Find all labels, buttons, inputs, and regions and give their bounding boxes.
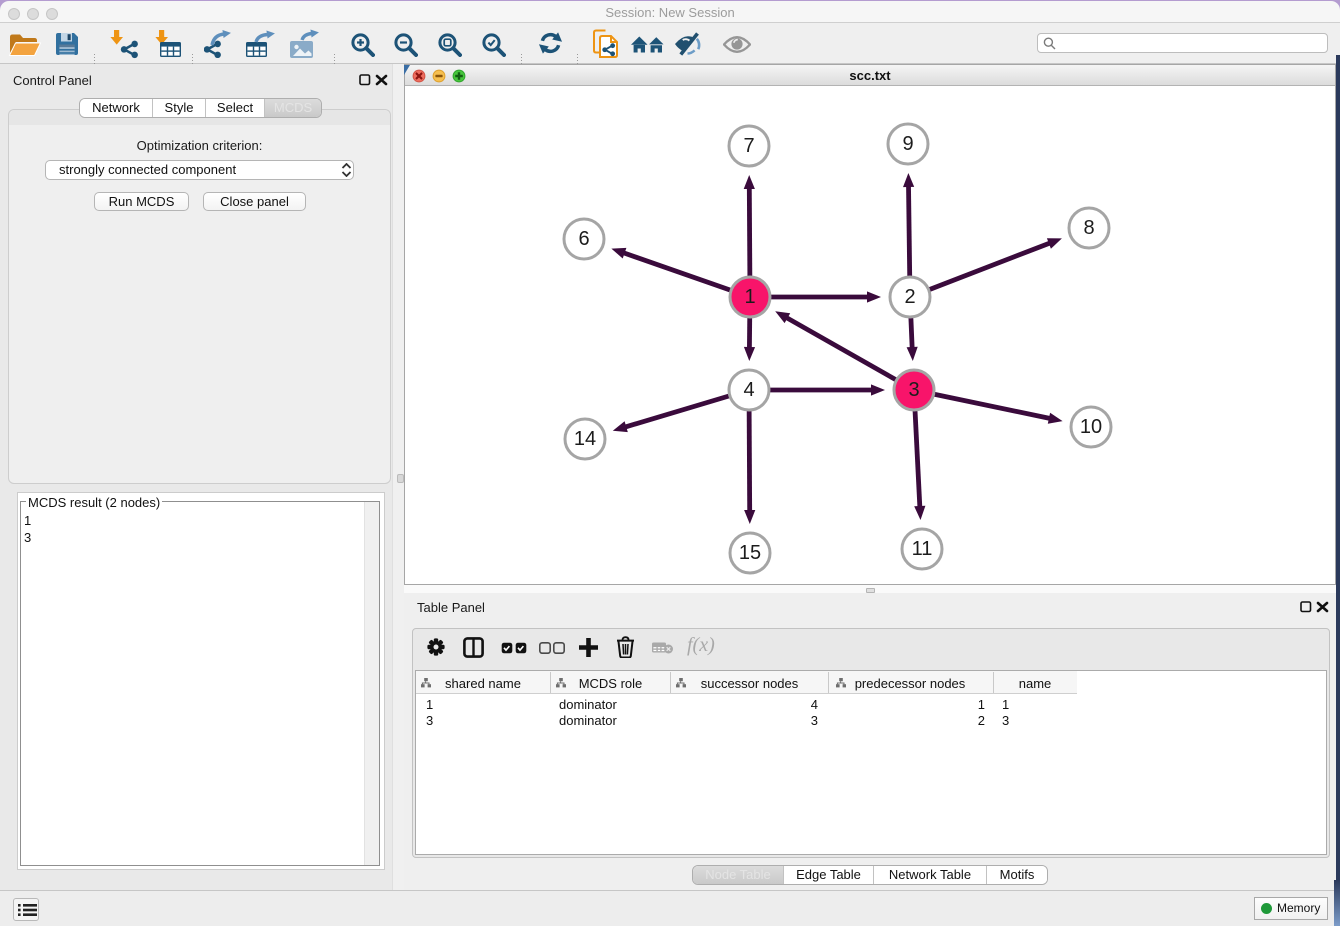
svg-text:7: 7 (743, 135, 754, 157)
svg-text:8: 8 (1083, 217, 1094, 239)
svg-text:6: 6 (578, 228, 589, 250)
svg-text:14: 14 (574, 428, 596, 450)
svg-text:4: 4 (743, 379, 754, 401)
svg-text:15: 15 (739, 542, 761, 564)
svg-text:10: 10 (1080, 416, 1102, 438)
svg-text:9: 9 (902, 133, 913, 155)
svg-text:2: 2 (904, 286, 915, 308)
svg-text:3: 3 (908, 379, 919, 401)
svg-text:11: 11 (912, 538, 933, 560)
svg-text:1: 1 (744, 286, 755, 308)
